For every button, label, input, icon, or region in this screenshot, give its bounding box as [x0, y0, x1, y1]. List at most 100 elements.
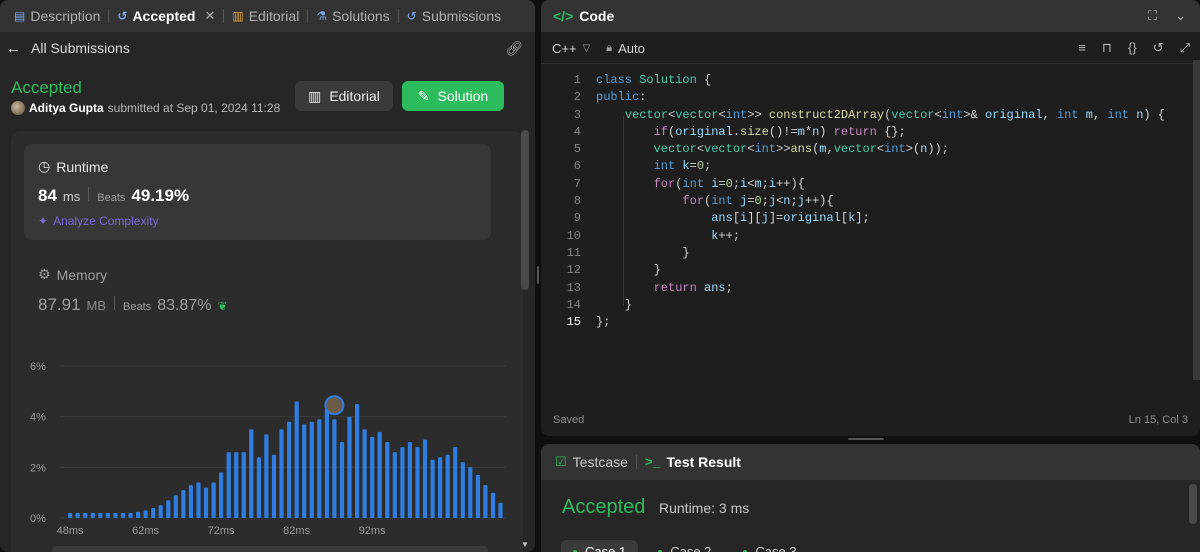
chart-bar[interactable]	[136, 511, 141, 518]
chart-bar[interactable]	[158, 505, 163, 518]
editorial-button[interactable]: ▥ Editorial	[295, 81, 393, 111]
chart-bar[interactable]	[362, 429, 367, 518]
chart-bar[interactable]	[188, 485, 193, 518]
autocomplete-mode[interactable]: Auto	[618, 41, 645, 56]
chart-bar[interactable]	[468, 467, 473, 518]
case-tab[interactable]: Case 1	[561, 540, 639, 552]
chart-bar[interactable]	[203, 487, 209, 518]
chart-bar[interactable]	[339, 442, 345, 518]
braces-icon[interactable]: {}	[1128, 40, 1137, 56]
chart-bar[interactable]	[498, 502, 503, 518]
chart-bar[interactable]	[83, 512, 88, 518]
reset-icon[interactable]: ↺	[1153, 40, 1164, 56]
tab-testcase[interactable]: ☑ Testcase	[555, 454, 628, 470]
scroll-down-icon[interactable]: ▼	[521, 540, 529, 549]
chart-bar[interactable]	[219, 472, 224, 518]
memory-value-row: 87.91 MB Beats 83.87% ❦	[38, 295, 228, 315]
language-select[interactable]: C++	[552, 41, 577, 56]
chart-bar[interactable]	[332, 419, 337, 518]
tab-accepted[interactable]: ↺ Accepted ✕	[109, 0, 223, 32]
chart-bar[interactable]	[324, 409, 329, 518]
tab-solutions[interactable]: ⚗ Solutions	[308, 0, 397, 32]
minimize-icon[interactable]: ⌄	[1175, 8, 1186, 24]
chart-bar[interactable]	[226, 452, 231, 518]
chart-bar[interactable]	[415, 447, 420, 518]
link-icon[interactable]: 🔗︎	[505, 40, 523, 57]
code-title: Code	[579, 8, 615, 24]
back-arrow-icon[interactable]: ←	[6, 40, 21, 57]
chart-bar[interactable]	[264, 434, 269, 518]
chart-bar[interactable]	[211, 482, 216, 519]
chart-bar[interactable]	[347, 416, 352, 518]
chart-bar[interactable]	[287, 421, 292, 518]
chart-bar[interactable]	[407, 442, 412, 518]
settings-icon[interactable]: ⤢	[1180, 40, 1190, 56]
format-icon[interactable]: ≡	[1078, 40, 1086, 56]
chart-bar[interactable]	[279, 429, 284, 518]
chart-bar[interactable]	[460, 462, 465, 518]
chart-bar[interactable]	[249, 429, 254, 518]
chart-bar[interactable]	[113, 512, 118, 518]
chart-bar[interactable]	[453, 447, 458, 518]
chart-bar[interactable]	[370, 436, 375, 518]
chart-bar[interactable]	[355, 404, 360, 518]
scrollbar[interactable]	[521, 130, 529, 290]
chart-bar[interactable]	[377, 431, 382, 518]
chevron-down-icon[interactable]: ▽	[583, 43, 591, 54]
all-submissions-link[interactable]: All Submissions	[31, 40, 130, 56]
chart-bar[interactable]	[490, 492, 496, 518]
chart-bar[interactable]	[475, 474, 480, 518]
chart-bar[interactable]	[302, 424, 307, 518]
chart-bar[interactable]	[438, 457, 443, 518]
chart-bar[interactable]	[483, 485, 488, 518]
close-icon[interactable]: ✕	[204, 8, 215, 24]
scrollbar[interactable]	[1189, 484, 1197, 524]
chart-bar[interactable]	[392, 452, 397, 518]
chart-bar[interactable]	[75, 512, 80, 518]
chart-bar[interactable]	[166, 500, 171, 518]
author-name[interactable]: Aditya Gupta	[29, 101, 104, 115]
tab-description[interactable]: ▤ Description	[6, 0, 108, 32]
case-tab[interactable]: Case 2	[646, 540, 723, 552]
chart-bar[interactable]	[256, 457, 261, 518]
chart-bar[interactable]	[120, 512, 126, 518]
chart-bar[interactable]	[68, 512, 73, 518]
resize-handle[interactable]	[537, 266, 539, 284]
scrollbar[interactable]	[1193, 60, 1200, 380]
chart-bar[interactable]	[90, 512, 95, 518]
chart-bar[interactable]	[309, 421, 314, 518]
memory-label[interactable]: ⚙ Memory	[38, 266, 107, 283]
your-submission-marker[interactable]	[324, 395, 345, 416]
chart-bar[interactable]	[196, 482, 201, 519]
chart-bar[interactable]	[400, 447, 405, 518]
chart-bar[interactable]	[151, 507, 156, 518]
chart-bar[interactable]	[271, 454, 277, 518]
tab-test-result[interactable]: >_ Test Result	[645, 454, 741, 470]
chart-bar[interactable]	[173, 495, 178, 518]
bookmark-icon[interactable]: ⊓	[1102, 40, 1112, 56]
chart-bar[interactable]	[241, 452, 246, 518]
avatar[interactable]	[11, 101, 25, 115]
chart-bar[interactable]	[294, 401, 299, 519]
chart-bar[interactable]	[422, 439, 428, 519]
tab-editorial[interactable]: ▥ Editorial	[224, 0, 307, 32]
chart-bar[interactable]	[128, 512, 133, 518]
tab-submissions[interactable]: ↺ Submissions	[399, 0, 509, 32]
chart-bar[interactable]	[234, 452, 239, 518]
code-content[interactable]: class Solution { public: vector<vector<i…	[596, 72, 1165, 331]
maximize-icon[interactable]: ⛶	[1148, 8, 1157, 24]
analyze-complexity-link[interactable]: ✦ Analyze Complexity	[38, 214, 158, 228]
case-tab[interactable]: Case 3	[731, 540, 808, 552]
solution-button[interactable]: ✎ Solution	[402, 81, 504, 111]
resize-handle[interactable]	[848, 438, 884, 440]
code-line: public:	[596, 90, 647, 105]
chart-bar[interactable]	[181, 490, 186, 518]
code-editor[interactable]: 1 2 3 4 5 6 7 8 9 10 11 12 13 14 15 class Solution { p…	[541, 63, 1200, 413]
chart-bar[interactable]	[98, 512, 103, 518]
chart-bar[interactable]	[143, 510, 148, 518]
chart-bar[interactable]	[317, 419, 322, 518]
chart-bar[interactable]	[445, 454, 450, 518]
chart-bar[interactable]	[105, 512, 110, 518]
chart-bar[interactable]	[430, 459, 435, 518]
chart-bar[interactable]	[385, 442, 390, 518]
